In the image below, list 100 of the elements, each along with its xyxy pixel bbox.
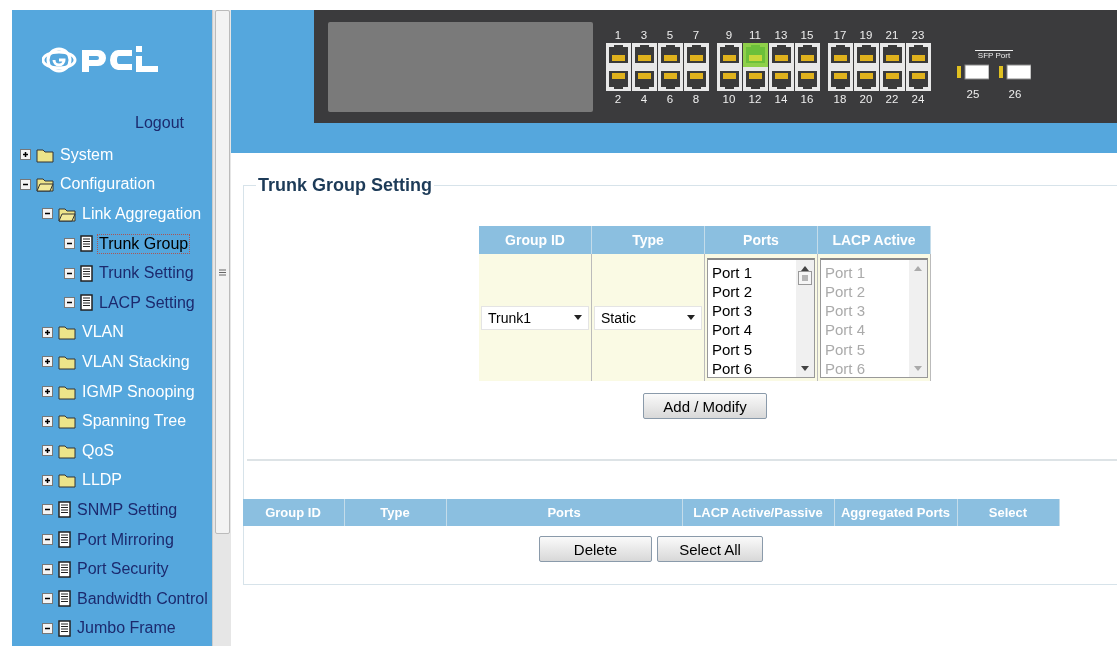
column-header: Group ID: [242, 499, 345, 526]
tree-item[interactable]: Bandwidth Control: [76, 589, 209, 608]
folder-icon: [58, 353, 76, 370]
port-number: 1: [614, 27, 622, 43]
folder-icon: [36, 146, 54, 163]
port-number: 20: [859, 91, 873, 107]
port-number: 18: [833, 91, 847, 107]
tree-item[interactable]: IGMP Snooping: [81, 382, 196, 401]
list-option[interactable]: Port 3: [712, 301, 796, 321]
tree-item[interactable]: Link Aggregation: [81, 205, 203, 223]
column-header: Type: [344, 499, 447, 526]
ethernet-port-icon: [716, 66, 742, 91]
column-header: Type: [592, 226, 705, 254]
tree-item[interactable]: VLAN: [81, 323, 125, 342]
port-number: 3: [640, 27, 648, 43]
ethernet-port-icon: [827, 66, 853, 91]
expand-icon[interactable]: [42, 356, 53, 368]
expand-icon[interactable]: [42, 474, 53, 486]
tree-item[interactable]: VLAN Stacking: [81, 352, 191, 371]
ethernet-port-icon: [683, 66, 709, 91]
column-header: Ports: [705, 226, 818, 254]
column-header: LACP Active/Passive: [682, 499, 835, 526]
ethernet-port-icon: [905, 66, 931, 91]
tree-item[interactable]: Trunk Setting: [98, 264, 195, 283]
tree-item[interactable]: System: [59, 145, 115, 164]
column-header: Group ID: [479, 226, 592, 254]
port-number: 15: [800, 27, 814, 43]
add-modify-button[interactable]: Add / Modify: [643, 393, 767, 419]
collapse-icon[interactable]: [64, 238, 75, 250]
port-list[interactable]: Port 1 Port 2 Port 3 Port 4 Port 5 Port 6: [707, 257, 815, 378]
document-icon: [80, 264, 93, 282]
collapse-icon[interactable]: [42, 534, 53, 545]
port-number: 23: [911, 27, 925, 43]
tree-item[interactable]: Jumbo Frame: [76, 619, 177, 638]
tree-item[interactable]: QoS: [81, 441, 115, 460]
collapse-icon[interactable]: [42, 563, 53, 575]
caret-icon: [687, 315, 695, 320]
expand-icon[interactable]: [42, 415, 53, 427]
ethernet-port-icon: [742, 66, 768, 91]
group-id-dropdown[interactable]: Trunk1: [481, 305, 589, 330]
section-title: Trunk Group Setting: [257, 175, 433, 196]
column-header: LACP Active: [818, 226, 931, 254]
folder-icon: [58, 383, 76, 400]
collapse-icon[interactable]: [20, 178, 31, 190]
list-option[interactable]: Port 6: [712, 359, 796, 379]
collapse-icon[interactable]: [42, 593, 53, 605]
sfp-port-icon: [999, 63, 1031, 80]
expand-icon[interactable]: [42, 386, 53, 398]
tree-item[interactable]: LLDP: [81, 471, 124, 490]
folder-icon: [58, 472, 76, 489]
scrollbar[interactable]: [212, 10, 231, 646]
column-header: Ports: [446, 499, 683, 526]
collapse-icon[interactable]: [64, 297, 75, 309]
sfp-port-icon: [957, 63, 989, 80]
port-number: 5: [666, 27, 674, 43]
expand-icon[interactable]: [42, 445, 53, 457]
port-number: 10: [722, 91, 736, 107]
open-folder-icon: [36, 176, 54, 193]
logout-link[interactable]: Logout: [135, 110, 184, 136]
caret-icon: [574, 315, 582, 320]
ethernet-port-icon: [794, 66, 820, 91]
collapse-icon[interactable]: [64, 267, 75, 279]
collapse-icon[interactable]: [42, 622, 53, 634]
list-option[interactable]: Port 2: [712, 281, 796, 302]
port-number: 13: [774, 27, 788, 43]
ethernet-port-icon: [631, 66, 657, 91]
document-icon: [58, 590, 71, 608]
list-option[interactable]: Port 1: [712, 262, 796, 282]
port-number: 22: [885, 91, 899, 107]
port-number: 4: [640, 91, 648, 107]
folder-icon: [58, 324, 76, 341]
port-number: 6: [666, 91, 674, 107]
list-option[interactable]: Port 4: [712, 320, 796, 340]
tree-item[interactable]: LACP Setting: [98, 293, 196, 312]
ethernet-port-icon: [605, 66, 631, 91]
delete-button[interactable]: Delete: [539, 536, 652, 562]
tree-item[interactable]: Port Mirroring: [76, 530, 175, 549]
expand-icon[interactable]: [20, 149, 31, 161]
scrollbar-thumb[interactable]: [215, 10, 230, 534]
type-dropdown[interactable]: Static: [594, 305, 702, 330]
grip-icon: [219, 268, 226, 276]
scroll-down-icon[interactable]: [801, 365, 809, 371]
expand-icon[interactable]: [42, 326, 53, 338]
collapse-icon[interactable]: [42, 504, 53, 516]
tree-item[interactable]: Spanning Tree: [81, 412, 188, 431]
tree-item[interactable]: Trunk Group: [98, 234, 190, 253]
folder-icon: [58, 442, 76, 459]
port-number: 2: [614, 91, 622, 107]
tree-item[interactable]: Configuration: [59, 175, 157, 194]
port-number: 9: [725, 27, 733, 43]
port-number: 21: [885, 27, 899, 43]
select-all-button[interactable]: Select All: [657, 536, 763, 562]
tree-item[interactable]: Port Security: [76, 560, 170, 579]
collapse-icon[interactable]: [42, 208, 53, 220]
scroll-thumb[interactable]: [798, 270, 812, 285]
port-number: 26: [1008, 86, 1022, 102]
document-icon: [58, 531, 71, 548]
list-option[interactable]: Port 5: [712, 339, 796, 359]
tree-item[interactable]: SNMP Setting: [76, 500, 179, 519]
document-icon: [58, 619, 71, 637]
